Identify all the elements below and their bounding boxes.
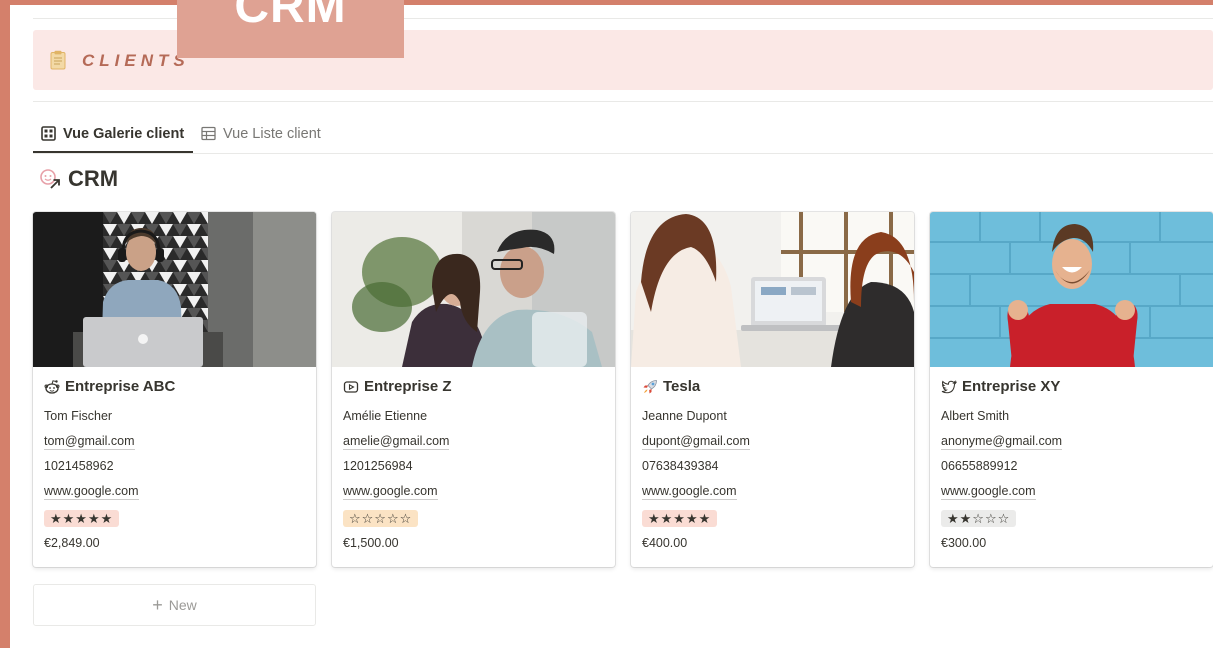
view-tabs: Vue Galerie client Vue Liste client xyxy=(33,116,1213,154)
card-email[interactable]: amelie@gmail.com xyxy=(343,434,450,450)
tab-gallery-view[interactable]: Vue Galerie client xyxy=(33,116,193,153)
youtube-icon xyxy=(343,380,359,393)
card-amount: €300.00 xyxy=(941,536,987,550)
card-phone: 1021458962 xyxy=(44,459,114,473)
callout-text: CLIENTS xyxy=(82,51,190,70)
card-contact: Jeanne Dupont xyxy=(642,409,727,423)
card-contact: Amélie Etienne xyxy=(343,409,428,423)
database-title[interactable]: CRM xyxy=(38,164,118,194)
card-title-text: Entreprise ABC xyxy=(65,378,176,395)
twitter-icon xyxy=(941,379,957,393)
card-email[interactable]: anonyme@gmail.com xyxy=(941,434,1063,450)
card-website[interactable]: www.google.com xyxy=(642,484,737,500)
card-title-text: Entreprise XY xyxy=(962,378,1061,395)
card-email[interactable]: tom@gmail.com xyxy=(44,434,135,450)
clipboard-icon xyxy=(50,50,66,70)
card-amount: €2,849.00 xyxy=(44,536,100,550)
tab-gallery-label: Vue Galerie client xyxy=(63,125,185,142)
gallery-card[interactable]: Entreprise Z Amélie Etienne amelie@gmail… xyxy=(332,212,615,567)
card-photo xyxy=(930,212,1213,367)
new-card-button[interactable]: + New xyxy=(33,584,316,626)
crm-banner-text: CRM xyxy=(234,0,347,33)
gallery-card[interactable]: Entreprise XY Albert Smith anonyme@gmail… xyxy=(930,212,1213,567)
database-title-text: CRM xyxy=(68,166,119,191)
card-website[interactable]: www.google.com xyxy=(343,484,438,500)
gallery-icon xyxy=(41,126,56,141)
gallery-card[interactable]: Tesla Jeanne Dupont dupont@gmail.com 076… xyxy=(631,212,914,567)
gallery-card[interactable]: Entreprise ABC Tom Fischer tom@gmail.com… xyxy=(33,212,316,567)
tab-list-label: Vue Liste client xyxy=(223,125,321,142)
card-title-text: Tesla xyxy=(663,378,701,395)
card-website[interactable]: www.google.com xyxy=(941,484,1036,500)
plus-icon: + xyxy=(152,595,163,615)
card-phone: 06655889912 xyxy=(941,459,1018,473)
card-photo xyxy=(631,212,914,367)
card-contact: Albert Smith xyxy=(941,409,1010,423)
table-icon xyxy=(201,126,216,141)
card-website[interactable]: www.google.com xyxy=(44,484,139,500)
card-phone: 1201256984 xyxy=(343,459,413,473)
crm-icon xyxy=(40,169,60,189)
section-divider xyxy=(33,101,1213,102)
card-title: Entreprise ABC xyxy=(44,378,175,395)
card-contact: Tom Fischer xyxy=(44,409,113,423)
card-photo xyxy=(332,212,615,367)
card-email[interactable]: dupont@gmail.com xyxy=(642,434,750,450)
card-rating: ☆☆☆☆☆ xyxy=(343,510,419,527)
new-button-label: New xyxy=(168,597,197,613)
card-title: Entreprise Z xyxy=(343,378,452,395)
card-title: Tesla xyxy=(642,378,700,395)
card-photo xyxy=(33,212,316,367)
card-rating: ★★☆☆☆ xyxy=(941,510,1017,527)
card-amount: €400.00 xyxy=(642,536,688,550)
reddit-icon xyxy=(44,379,60,394)
crm-banner: CRM xyxy=(177,0,404,58)
card-title: Entreprise XY xyxy=(941,378,1060,395)
tab-list-view[interactable]: Vue Liste client xyxy=(201,116,321,151)
card-title-text: Entreprise Z xyxy=(364,378,452,395)
card-phone: 07638439384 xyxy=(642,459,719,473)
card-rating: ★★★★★ xyxy=(44,510,120,527)
rocket-icon xyxy=(643,379,657,393)
card-rating: ★★★★★ xyxy=(642,510,718,527)
left-accent-bar xyxy=(0,0,10,648)
card-amount: €1,500.00 xyxy=(343,536,399,550)
